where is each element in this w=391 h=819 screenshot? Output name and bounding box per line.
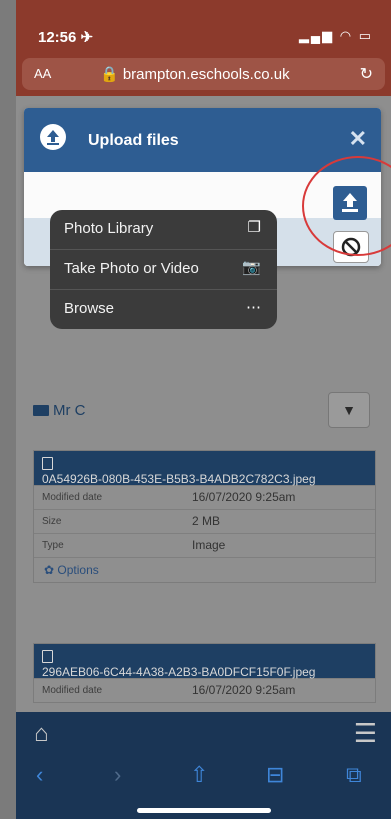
url-text: 🔒 brampton.eschools.co.uk [100,66,290,83]
back-icon[interactable]: ‹ [36,762,43,788]
meta-value: 16/07/2020 9:25am [192,490,296,504]
meta-key: Modified date [42,492,103,503]
menu-item-label: Photo Library [64,220,154,237]
camera-icon: 📷 [242,259,261,276]
menu-item-browse[interactable]: Browse ⋯ [50,290,277,328]
folder-name: Mr C [53,402,86,419]
close-icon[interactable]: ✕ [349,126,367,152]
meta-key: Modified date [42,685,103,696]
more-icon: ⋯ [246,299,261,316]
photo-library-icon: ❐ [247,219,261,236]
file-card: 296AEB06-6C44-4A38-A2B3-BA0DFCF15F0F.jpe… [33,643,376,703]
tabs-icon[interactable]: ⧉ [346,762,362,788]
meta-value: 16/07/2020 9:25am [192,683,296,697]
reload-icon[interactable]: ↻ [360,64,373,84]
table-row: Modified date 16/07/2020 9:25am [34,485,375,509]
file-header[interactable]: 296AEB06-6C44-4A38-A2B3-BA0DFCF15F0F.jpe… [34,644,375,679]
address-field[interactable]: AA 🔒 brampton.eschools.co.uk ↻ [22,58,385,90]
table-row: Modified date 16/07/2020 9:25am [34,678,375,702]
file-icon [42,457,53,470]
meta-value: Image [192,538,226,552]
status-bar: 12:56 ✈ ▂▄▆ ◠ ▭ [16,0,391,56]
folder-header: Mr C ▼ [33,392,370,432]
browser-url-bar: AA 🔒 brampton.eschools.co.uk ↻ [16,56,391,96]
dialog-header: Upload files ✕ [24,108,381,172]
site-nav-bar: ⌂ ☰ [16,712,391,754]
home-indicator [137,808,271,813]
folder-icon [33,405,49,416]
file-header[interactable]: 0A54926B-080B-453E-B5B3-B4ADB2C782C3.jpe… [34,451,375,486]
home-icon[interactable]: ⌂ [34,720,49,748]
share-icon[interactable]: ⇧ [190,762,208,788]
meta-key: Size [42,516,62,527]
clock: 12:56 ✈ [38,29,94,46]
menu-item-label: Take Photo or Video [64,260,199,277]
file-name: 296AEB06-6C44-4A38-A2B3-BA0DFCF15F0F.jpe… [42,665,316,679]
folder-expand-button[interactable]: ▼ [328,392,370,428]
file-source-menu: Photo Library ❐ Take Photo or Video 📷 Br… [50,210,277,329]
hamburger-menu-icon[interactable]: ☰ [354,718,377,749]
menu-item-label: Browse [64,300,115,317]
options-link[interactable]: ✿ Options [34,557,375,582]
upload-icon [40,124,66,150]
forward-icon[interactable]: › [114,762,121,788]
file-icon [42,650,53,663]
table-row: Size 2 MB [34,509,375,533]
file-card: 0A54926B-080B-453E-B5B3-B4ADB2C782C3.jpe… [33,450,376,583]
menu-item-photo-library[interactable]: Photo Library ❐ [50,210,277,248]
bookmarks-icon[interactable]: ⊟ [266,762,284,788]
table-row: Type Image [34,533,375,557]
menu-item-take-photo[interactable]: Take Photo or Video 📷 [50,250,277,288]
phone-screen: 12:56 ✈ ▂▄▆ ◠ ▭ AA 🔒 brampton.eschools.c… [16,0,391,819]
folder-title: Mr C [33,402,86,419]
signal-wifi-battery-icon: ▂▄▆ ◠ ▭ [298,28,373,43]
text-size-button[interactable]: AA [34,66,51,81]
dialog-title: Upload files [88,132,179,149]
meta-value: 2 MB [192,514,221,528]
file-name: 0A54926B-080B-453E-B5B3-B4ADB2C782C3.jpe… [42,472,316,486]
meta-key: Type [42,540,64,551]
